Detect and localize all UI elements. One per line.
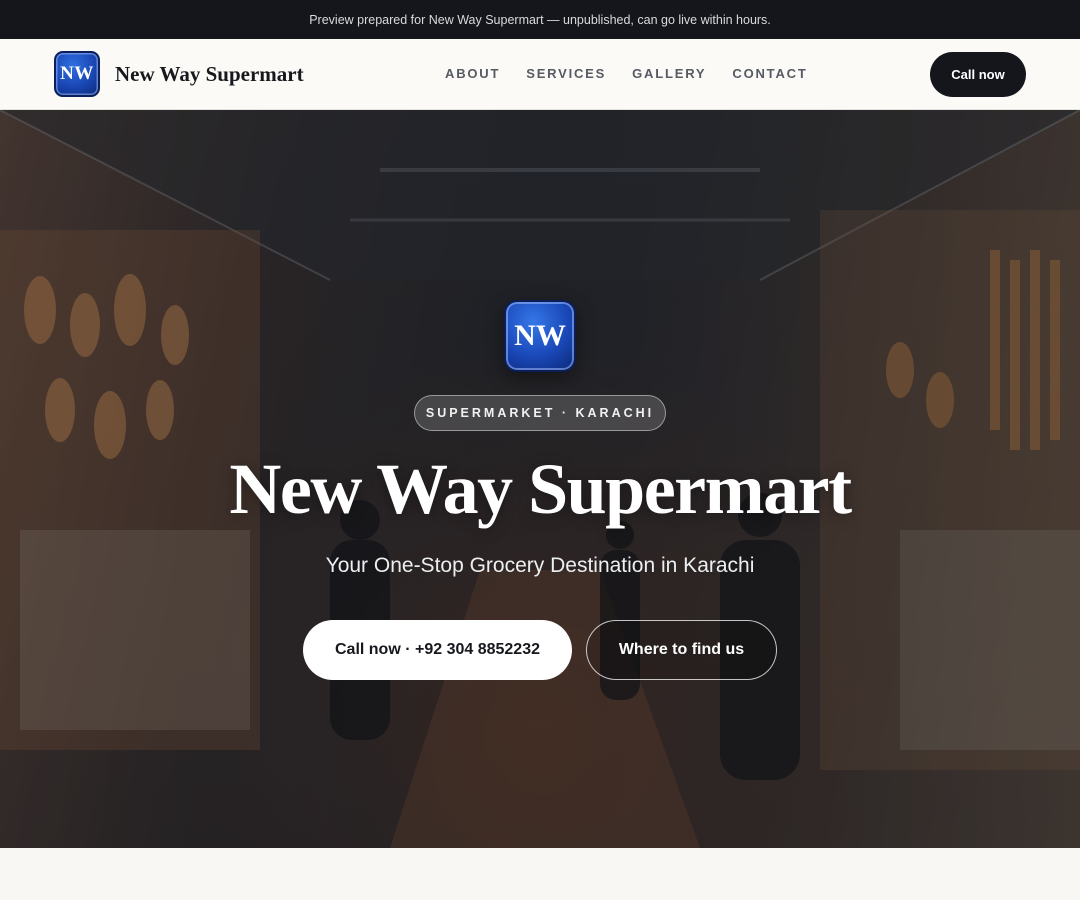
announcement-text: Preview prepared for New Way Supermart —…: [309, 12, 771, 27]
call-now-button[interactable]: Call now: [930, 52, 1026, 97]
brand-name: New Way Supermart: [115, 61, 304, 86]
hero-section: NW SUPERMARKET · KARACHI New Way Superma…: [0, 110, 1080, 848]
main-nav: ABOUT SERVICES GALLERY CONTACT: [445, 66, 808, 81]
nav-link-about[interactable]: ABOUT: [445, 66, 500, 81]
next-section: [0, 848, 1080, 900]
find-us-button[interactable]: Where to find us: [586, 620, 777, 680]
announcement-bar: Preview prepared for New Way Supermart —…: [0, 0, 1080, 39]
site-header: NW New Way Supermart ABOUT SERVICES GALL…: [0, 39, 1080, 110]
brand[interactable]: NW New Way Supermart: [54, 51, 304, 97]
hero-call-button[interactable]: Call now · +92 304 8852232: [303, 620, 572, 680]
hero-logo: NW: [504, 300, 576, 372]
hero-subtitle: Your One-Stop Grocery Destination in Kar…: [325, 554, 755, 577]
brand-logo: NW: [54, 51, 100, 97]
hero-content: NW SUPERMARKET · KARACHI New Way Superma…: [0, 110, 1080, 848]
hero-title: New Way Supermart: [229, 449, 852, 529]
nav-link-gallery[interactable]: GALLERY: [632, 66, 706, 81]
nav-link-services[interactable]: SERVICES: [526, 66, 606, 81]
nav-link-contact[interactable]: CONTACT: [732, 66, 807, 81]
category-badge: SUPERMARKET · KARACHI: [414, 395, 666, 431]
